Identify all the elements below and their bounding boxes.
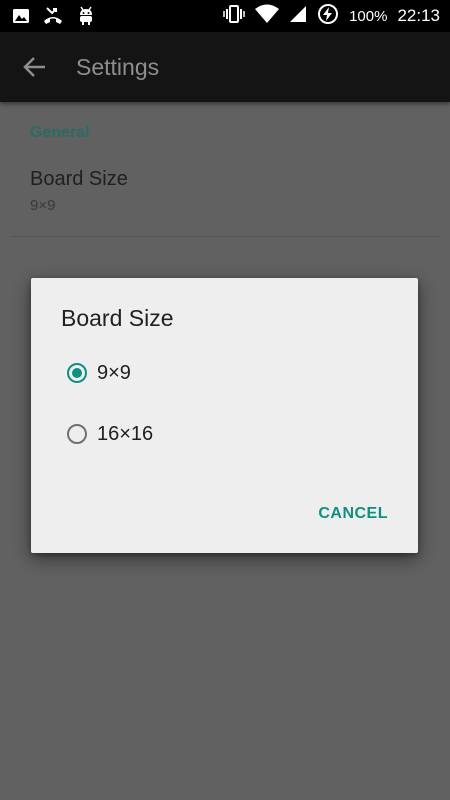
preference-summary: 9×9 <box>30 197 56 214</box>
page-title: Settings <box>76 54 160 80</box>
board-size-dialog: Board Size 9×9 16×16 CANCEL <box>31 278 418 553</box>
cancel-button[interactable]: CANCEL <box>318 505 388 523</box>
preference-title: Board Size <box>30 168 128 190</box>
wifi-icon <box>255 4 280 29</box>
signal-icon <box>289 5 307 28</box>
battery-charging-icon <box>317 3 339 30</box>
option-label: 16×16 <box>97 422 154 445</box>
arrow-back-icon[interactable] <box>22 54 48 80</box>
clock: 22:13 <box>397 6 440 25</box>
option-16x16[interactable]: 16×16 <box>67 414 153 454</box>
dialog-title: Board Size <box>61 305 174 331</box>
battery-level: 100% <box>349 7 388 25</box>
android-debug-icon <box>76 6 96 31</box>
divider <box>10 236 440 237</box>
status-bar: 100% 22:13 <box>0 0 450 32</box>
status-left-icons <box>12 6 96 31</box>
image-icon <box>12 7 30 30</box>
app-bar: Settings <box>0 32 450 102</box>
section-header-general: General <box>30 124 90 141</box>
option-label: 9×9 <box>97 361 131 384</box>
missed-call-icon <box>42 6 64 31</box>
option-9x9[interactable]: 9×9 <box>67 353 131 393</box>
status-right-icons: 100% 22:13 <box>223 0 440 32</box>
radio-button-checked[interactable] <box>67 363 87 383</box>
vibrate-icon <box>223 4 245 29</box>
radio-button-unchecked[interactable] <box>67 424 87 444</box>
